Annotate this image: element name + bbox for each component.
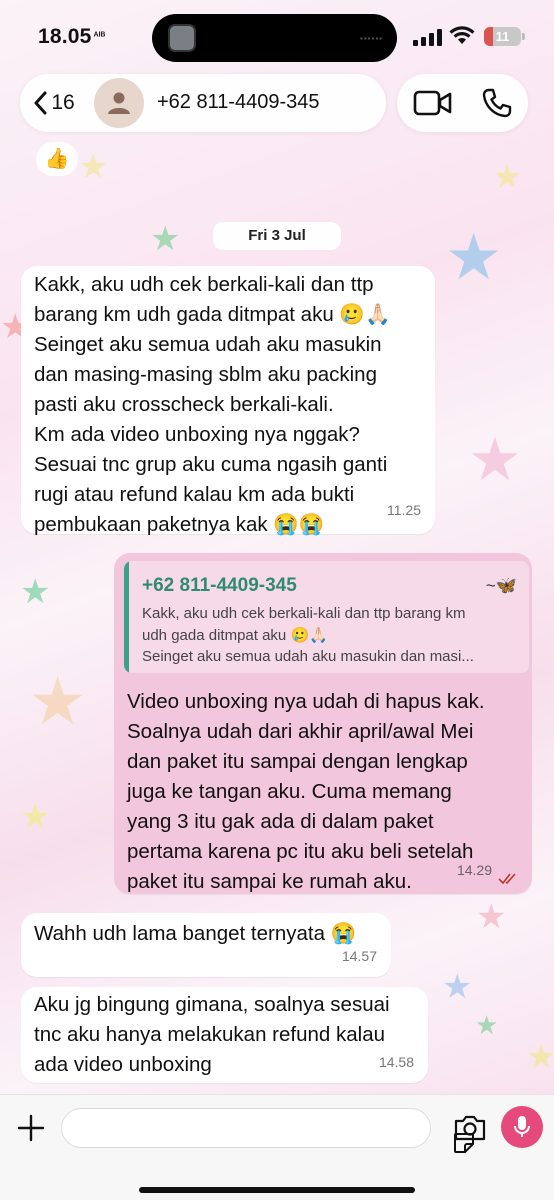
- star-doodle: ★: [468, 426, 522, 493]
- quoted-sender-suffix: ~🦋: [485, 576, 517, 595]
- star-doodle: ★: [150, 220, 181, 258]
- audio-waveform-icon: ▪▪▪▪▪▪: [359, 34, 383, 43]
- star-doodle: ★: [445, 221, 503, 293]
- star-doodle: ★: [475, 1010, 499, 1040]
- battery-level: 11: [495, 29, 510, 44]
- wifi-icon: [449, 26, 475, 44]
- microphone-button[interactable]: [501, 1106, 543, 1148]
- message-bubble-outgoing[interactable]: +62 811-4409-345 ~🦋 Kakk, aku udh cek be…: [114, 553, 532, 894]
- home-indicator: [139, 1187, 415, 1193]
- quote-accent-bar: [124, 561, 129, 673]
- quoted-message[interactable]: +62 811-4409-345 ~🦋 Kakk, aku udh cek be…: [124, 561, 529, 673]
- chevron-left-icon: [34, 91, 47, 115]
- reaction-badge[interactable]: 👍: [36, 142, 78, 176]
- star-doodle: ★: [476, 898, 507, 936]
- call-actions: [397, 74, 528, 132]
- star-doodle: ★: [442, 968, 473, 1006]
- message-bubble-incoming[interactable]: Aku jg bingung gimana, soalnya sesuai tn…: [21, 987, 428, 1083]
- video-call-icon[interactable]: [413, 89, 453, 117]
- star-doodle: ★: [28, 664, 88, 738]
- message-bubble-incoming[interactable]: Kakk, aku udh cek berkali-kali dan ttp b…: [21, 266, 435, 536]
- message-time: 11.25: [387, 502, 421, 518]
- avatar[interactable]: [94, 78, 144, 128]
- star-doodle: ★: [492, 158, 523, 196]
- cellular-signal-icon: [413, 28, 442, 46]
- microphone-icon: [514, 1116, 530, 1137]
- status-time: 18.05 ᴬᴵᴮ: [38, 25, 106, 48]
- quoted-sender: +62 811-4409-345: [142, 575, 297, 596]
- star-doodle: ★: [526, 1038, 554, 1076]
- phone-icon[interactable]: [481, 87, 513, 119]
- message-composer: [0, 1094, 554, 1200]
- unread-count: 16: [51, 91, 75, 114]
- chat-header: 16 +62 811-4409-345: [20, 74, 386, 132]
- back-button[interactable]: 16: [28, 78, 80, 128]
- plus-icon[interactable]: [16, 1113, 46, 1143]
- battery-icon: 11: [484, 27, 525, 46]
- message-time: 14.29: [456, 862, 492, 878]
- star-doodle: ★: [20, 573, 51, 611]
- message-text: Wahh udh lama banget ternyata 😭: [34, 922, 357, 945]
- date-separator: Fri 3 Jul: [213, 222, 341, 250]
- status-bar: 18.05 ᴬᴵᴮ ▪▪▪▪▪▪ 11: [0, 0, 554, 76]
- star-doodle: ★: [78, 148, 109, 186]
- message-text: Kakk, aku udh cek berkali-kali dan ttp b…: [34, 273, 391, 536]
- message-bubble-incoming[interactable]: Wahh udh lama banget ternyata 😭 14.57: [21, 913, 391, 977]
- camera-icon[interactable]: [453, 1113, 487, 1143]
- message-text: Aku jg bingung gimana, soalnya sesuai tn…: [34, 993, 390, 1076]
- quoted-text: Kakk, aku udh cek berkali-kali dan ttp b…: [142, 605, 474, 665]
- contact-name[interactable]: +62 811-4409-345: [157, 91, 320, 114]
- message-time: 14.58: [378, 1054, 414, 1070]
- dynamic-island: ▪▪▪▪▪▪: [152, 14, 397, 62]
- star-doodle: ★: [20, 798, 51, 836]
- message-time: 14.57: [341, 948, 377, 964]
- read-receipt-icon: [498, 873, 516, 885]
- message-input[interactable]: [61, 1108, 474, 1153]
- island-thumbnail: [168, 24, 196, 52]
- person-icon: [108, 92, 130, 114]
